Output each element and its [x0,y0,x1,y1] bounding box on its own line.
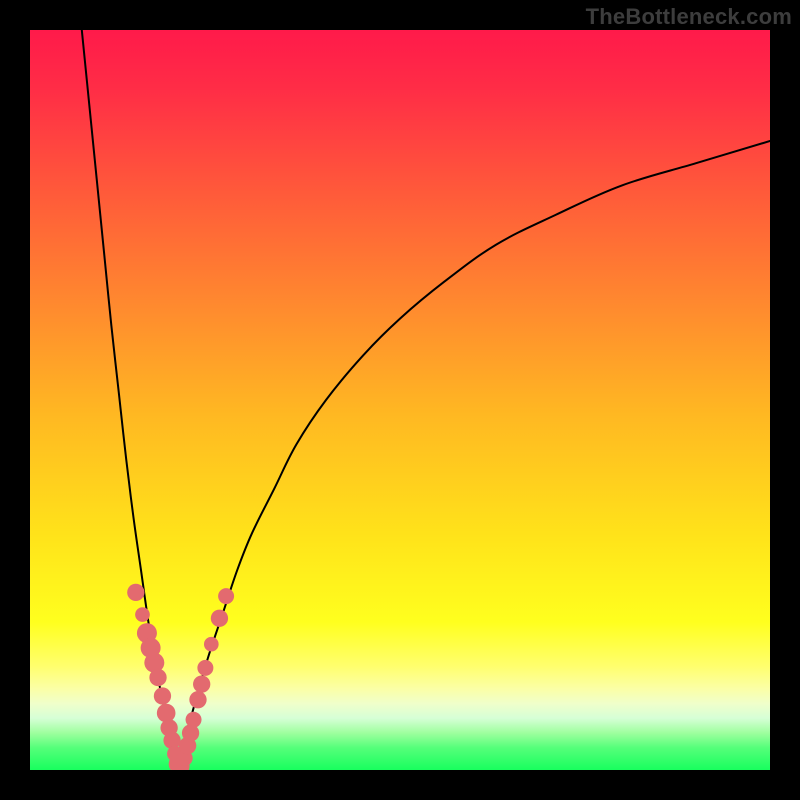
marker-dot [154,687,171,704]
marker-dot [193,676,210,693]
marker-dot [149,669,166,686]
chart-svg [30,30,770,770]
marker-dot [127,584,144,601]
marker-dot [204,637,219,652]
marker-dot [211,610,228,627]
marker-dot [186,712,202,728]
marker-dot [157,704,176,723]
marker-dot [197,660,213,676]
series-group [82,30,770,770]
marker-dot [135,607,150,622]
curve-right-branch [178,141,770,770]
marker-dot [218,588,234,604]
markers-group [127,584,234,770]
plot-area [30,30,770,770]
watermark-text: TheBottleneck.com [586,4,792,30]
chart-frame: TheBottleneck.com [0,0,800,800]
marker-dot [189,691,206,708]
